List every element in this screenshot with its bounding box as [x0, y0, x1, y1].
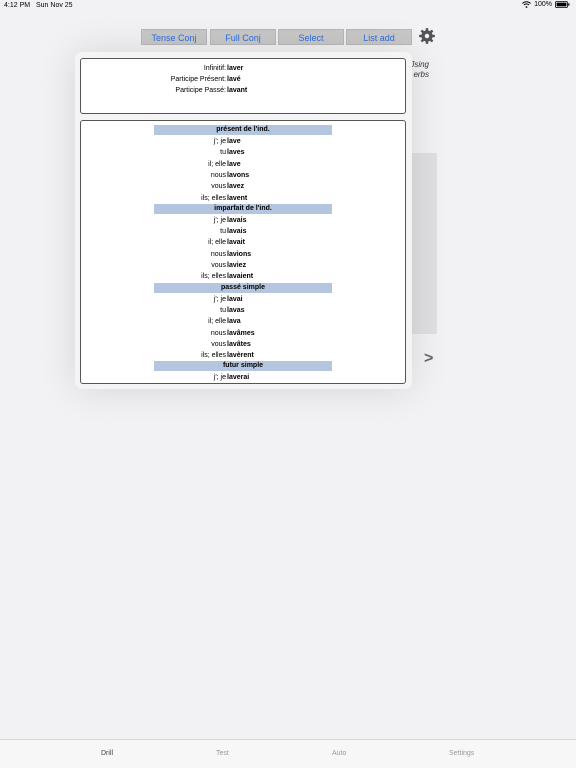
battery-percent: 100%: [534, 1, 552, 8]
list-add-button[interactable]: List add: [346, 29, 412, 45]
tab-test[interactable]: Test: [216, 750, 229, 757]
pronoun: j'; je: [213, 374, 226, 382]
pronoun: il; elle: [208, 160, 226, 168]
pronoun: j'; je: [213, 138, 226, 145]
status-time: 4:12 PM: [4, 2, 31, 9]
verb-form: lava: [227, 318, 241, 326]
conjugation-row: tu lavais: [81, 226, 405, 237]
status-right: 100%: [522, 1, 570, 8]
info-row-infinitive: Infinitif: laver: [81, 63, 407, 74]
conjugation-row: j'; je laverai: [81, 372, 405, 383]
pronoun: tu: [220, 228, 226, 236]
pronoun: nous: [210, 171, 226, 179]
verb-form: lavâtes: [227, 340, 251, 348]
pronoun: vous: [211, 262, 226, 269]
info-label: Participe Présent:: [170, 76, 226, 83]
pronoun: ils; elles: [201, 273, 226, 281]
conjugation-row: il; elle lavait: [81, 237, 405, 248]
info-value: lavant: [227, 87, 248, 94]
pronoun: j'; je: [213, 216, 226, 224]
verb-form: lavèrent: [227, 352, 254, 360]
verb-form: lavâmes: [227, 329, 255, 337]
conjugation-row: ils; elles lavèrent: [81, 350, 405, 361]
verb-form: laviez: [227, 262, 247, 269]
background-card: [411, 153, 437, 334]
verb-form: lavions: [227, 250, 252, 258]
full-conj-button[interactable]: Full Conj: [210, 29, 276, 45]
app-screen: 4:12 PM Sun Nov 25 100% Tense Conj Full …: [0, 0, 576, 768]
verb-form: lavent: [227, 194, 248, 202]
info-row-past-participle: Participe Passé: lavant: [81, 85, 407, 96]
tense-conj-button[interactable]: Tense Conj: [141, 29, 207, 45]
conjugation-row: ils; elles lavent: [81, 193, 405, 204]
pronoun: vous: [211, 340, 226, 348]
pronoun: nous: [210, 329, 226, 337]
verb-form: lavais: [227, 216, 247, 224]
pronoun: ils; elles: [201, 352, 226, 360]
conjugation-row: vous laviez: [81, 260, 405, 271]
conjugation-row: nous lavâmes: [81, 328, 405, 339]
verb-form: lavait: [227, 239, 245, 247]
pronoun: vous: [211, 183, 226, 191]
conjugation-row: j'; je lave: [81, 136, 405, 147]
battery-icon: [555, 1, 570, 8]
pronoun: il; elle: [208, 318, 226, 326]
full-conjugation-popover: Infinitif: laver Participe Présent: lavé…: [75, 52, 412, 389]
conjugation-row: j'; je lavais: [81, 215, 405, 226]
verb-form: laves: [227, 149, 245, 157]
conjugation-row: nous lavons: [81, 170, 405, 181]
tense-header: futur simple: [154, 361, 332, 372]
select-button[interactable]: Select: [278, 29, 344, 45]
pronoun: nous: [210, 250, 226, 258]
pronoun: j'; je: [213, 295, 226, 303]
conjugation-row: il; elle lava: [81, 316, 405, 327]
verb-form: lave: [227, 160, 241, 168]
conjugation-row: vous lavez: [81, 181, 405, 192]
tense-header: présent de l'ind.: [154, 125, 332, 135]
verb-form: lavons: [227, 171, 250, 179]
conjugation-row: il; elle lave: [81, 159, 405, 170]
conjugation-row: tu lavas: [81, 305, 405, 316]
wifi-icon: [522, 1, 531, 8]
status-date: Sun Nov 25: [36, 2, 73, 9]
info-label: Infinitif:: [203, 65, 226, 72]
verb-form: laverai: [227, 374, 250, 382]
verb-form: lave: [227, 138, 241, 145]
tab-bar: Drill Test Auto Settings: [0, 739, 576, 768]
tab-auto[interactable]: Auto: [332, 750, 346, 757]
verb-form: lavaient: [227, 273, 254, 281]
verb-form: lavais: [227, 228, 247, 236]
conjugation-row: nous lavions: [81, 249, 405, 260]
gear-icon[interactable]: [418, 27, 436, 45]
verb-form: lavez: [227, 183, 245, 191]
info-value: lavé: [227, 76, 241, 83]
tense-header: imparfait de l'ind.: [154, 203, 332, 214]
conjugation-row: vous lavâtes: [81, 339, 405, 350]
verb-form: lavas: [227, 306, 245, 314]
conjugation-row: tu laves: [81, 147, 405, 158]
verb-form: lavai: [227, 295, 243, 303]
tab-settings[interactable]: Settings: [449, 750, 474, 757]
info-value: laver: [227, 65, 244, 72]
info-row-present-participle: Participe Présent: lavé: [81, 74, 407, 85]
tab-drill[interactable]: Drill: [101, 750, 113, 757]
verb-info-box: Infinitif: laver Participe Présent: lavé…: [80, 58, 406, 114]
conjugation-row: j'; je lavai: [81, 294, 405, 305]
pronoun: tu: [220, 306, 226, 314]
info-label: Participe Passé:: [175, 87, 226, 94]
pronoun: ils; elles: [201, 194, 226, 202]
status-bar: 4:12 PM Sun Nov 25 100%: [0, 0, 576, 12]
next-arrow-button[interactable]: >: [424, 350, 433, 368]
pronoun: il; elle: [208, 239, 226, 247]
tense-header: passé simple: [154, 282, 332, 293]
conjugation-list[interactable]: présent de l'ind. j'; je lave tu laves il; el…: [80, 120, 406, 384]
pronoun: tu: [220, 149, 226, 157]
conjugation-row: ils; elles lavaient: [81, 271, 405, 282]
